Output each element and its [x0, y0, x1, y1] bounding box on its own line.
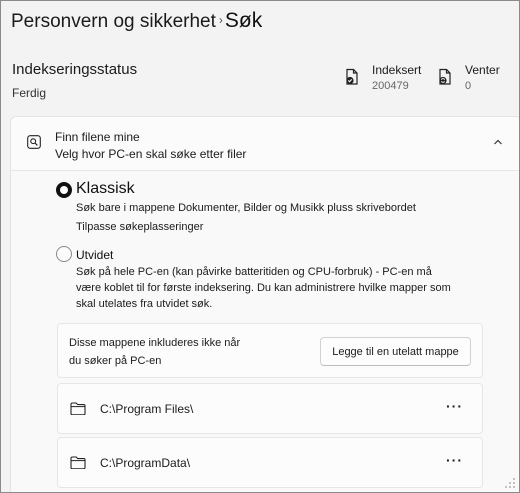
indexing-status-value: Ferdig	[12, 86, 47, 100]
chevron-up-icon[interactable]	[492, 137, 504, 147]
classic-description: Søk bare i mappene Dokumenter, Bilder og…	[76, 202, 416, 214]
find-files-card: Finn filene mine Velg hvor PC-en skal sø…	[10, 116, 519, 492]
resize-grip-icon[interactable]	[504, 477, 516, 489]
indexing-status-title: Indekseringsstatus	[12, 61, 138, 78]
search-icon	[27, 135, 41, 149]
breadcrumb-separator: ›	[218, 13, 223, 27]
indexed-count: 200479	[372, 80, 409, 92]
breadcrumb: Personvern og sikkerhet › Søk	[11, 9, 262, 43]
enhanced-description-line-2: være koblet til for første indeksering. …	[76, 282, 451, 294]
excluded-text-line-2: du søker på PC-en	[69, 355, 162, 367]
document-check-icon	[346, 68, 358, 85]
enhanced-radio[interactable]	[56, 246, 72, 262]
folder-path: C:\ProgramData\	[100, 456, 191, 470]
find-files-header[interactable]: Finn filene mine Velg hvor PC-en skal sø…	[11, 117, 519, 171]
page-title: Søk	[224, 9, 263, 32]
settings-window: Personvern og sikkerhet › Søk Indekserin…	[0, 0, 520, 493]
more-options-button[interactable]: ···	[446, 398, 463, 414]
excluded-folder-row: C:\Program Files\ ···	[57, 383, 483, 434]
indexed-label: Indeksert	[372, 63, 422, 77]
classic-radio[interactable]	[56, 182, 72, 198]
folder-icon	[70, 402, 86, 415]
add-excluded-folder-button[interactable]: Legge til en utelatt mappe	[320, 337, 471, 366]
enhanced-description-line-3: skal utelates fra utvidet søk.	[76, 298, 213, 310]
excluded-text-line-1: Disse mappene inkluderes ikke når	[69, 337, 241, 349]
pending-stat: Venter 0	[437, 63, 500, 92]
classic-title[interactable]: Klassisk	[76, 180, 135, 198]
pending-count: 0	[465, 80, 472, 92]
excluded-folders-panel: Disse mappene inkluderes ikke når du søk…	[57, 323, 483, 378]
customize-locations-link[interactable]: Tilpasse søkeplasseringer	[76, 221, 203, 233]
folder-path: C:\Program Files\	[100, 402, 194, 416]
pending-label: Venter	[465, 63, 500, 77]
indexing-status: Indekseringsstatus Ferdig	[12, 61, 137, 100]
folder-icon	[70, 456, 86, 469]
enhanced-description-line-1: Søk på hele PC-en (kan påvirke batteriti…	[76, 266, 432, 278]
find-files-subtitle: Velg hvor PC-en skal søke etter filer	[55, 147, 247, 161]
document-sync-icon	[439, 68, 451, 85]
indexed-stat: Indeksert 200479	[344, 63, 421, 92]
excluded-folder-row: C:\ProgramData\ ···	[57, 437, 483, 488]
enhanced-title[interactable]: Utvidet	[76, 248, 113, 262]
more-options-button[interactable]: ···	[446, 452, 463, 468]
breadcrumb-parent-link[interactable]: Personvern og sikkerhet	[11, 11, 216, 33]
find-files-title: Finn filene mine	[55, 130, 140, 144]
